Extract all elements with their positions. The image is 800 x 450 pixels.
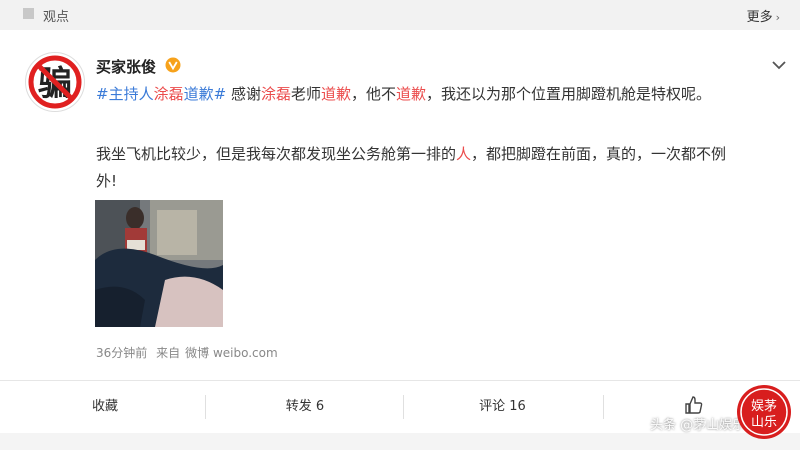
post-image[interactable] [95,200,223,327]
keyword-highlight: 涂磊 [260,85,291,103]
verified-badge-icon [165,57,181,73]
bottom-strip [0,433,800,450]
more-link[interactable]: 更多 › [747,6,780,25]
seal-watermark-icon: 娱茅 山乐 [737,385,791,439]
hashtag-link[interactable]: 道歉# [184,85,227,103]
post-text-span: ，我还以为那个位置用脚蹬机舱是特权呢。 [426,85,712,103]
keyword-highlight: 道歉 [396,85,427,103]
like-thumb-icon[interactable] [684,395,704,415]
chevron-down-icon[interactable] [770,58,788,72]
action-separator [205,395,206,419]
topic-square-icon [23,8,34,19]
post-text-span: ，他不 [351,85,397,103]
svg-text:娱茅: 娱茅 [751,399,777,414]
post-text-span: ，都把脚蹬在前面，真的，一次都不例 [471,145,727,163]
chevron-right-icon: › [775,11,780,24]
action-separator [603,395,604,419]
keyword-highlight: 道歉 [320,85,351,103]
keyword-highlight: 人 [456,145,472,163]
post-text-span: 感谢 [226,85,261,103]
topic-bar: 观点 更多 › [0,0,800,31]
post-text-span: 老师 [290,85,321,103]
watermark-text: 头条 @茅山娱乐 [650,418,746,433]
hashtag-link[interactable]: #主持人 [96,85,154,103]
topic-label: 观点 [43,10,70,25]
source-prefix: 来自 [156,346,181,360]
post-text-line-1: #主持人涂磊道歉# 感谢涂磊老师道歉，他不道歉，我还以为那个位置用脚蹬机舱是特权… [96,83,711,106]
post-source[interactable]: 微博 weibo.com [185,346,278,360]
svg-text:山乐: 山乐 [751,415,777,430]
avatar[interactable]: 骗 [25,52,85,112]
username[interactable]: 买家张俊 [96,56,156,77]
keyword-highlight: 涂磊 [153,85,184,103]
post-text-line-2: 我坐飞机比较少，但是我每次都发现坐公务舱第一排的人，都把脚蹬在前面，真的，一次都… [96,143,726,166]
collect-button[interactable]: 收藏 [0,381,210,433]
cabin-photo [95,200,223,327]
post-meta: 36分钟前 来自 微博 weibo.com [96,344,283,361]
post-text-span: 我坐飞机比较少，但是我每次都发现坐公务舱第一排的 [96,145,457,163]
more-label: 更多 [746,10,773,25]
post-text-line-3: 外! [96,172,118,190]
scam-prohibition-icon: 骗 [28,55,82,109]
repost-button[interactable]: 转发 6 [210,381,400,433]
post-time[interactable]: 36分钟前 [96,346,147,360]
comment-button[interactable]: 评论 16 [400,381,605,433]
